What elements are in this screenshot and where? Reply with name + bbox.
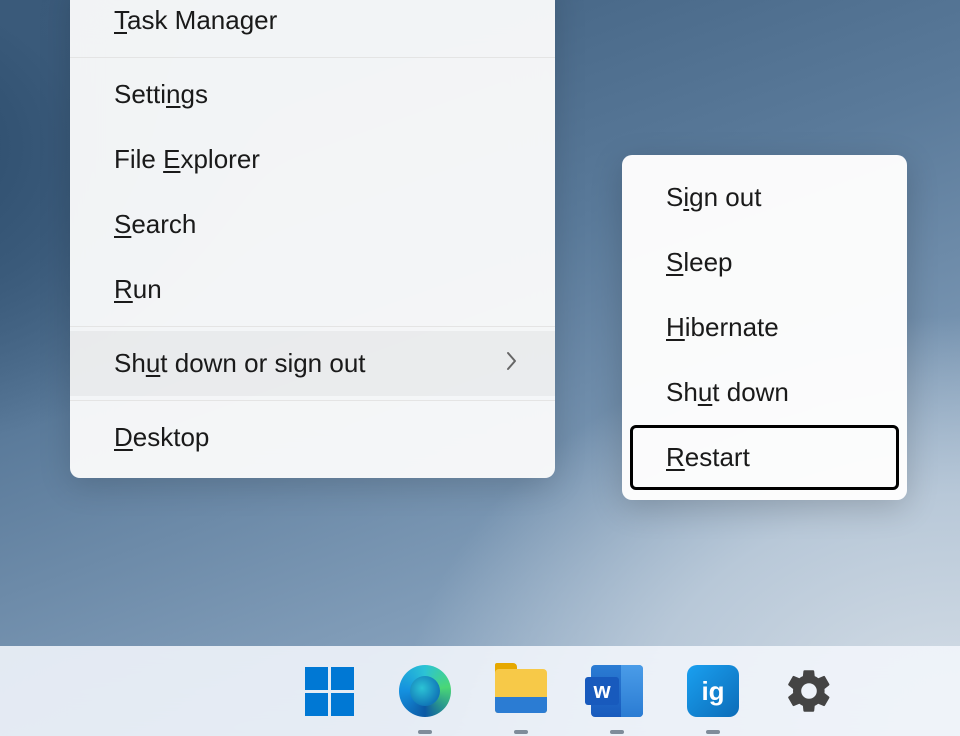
menu-item-desktop[interactable]: Desktop <box>70 405 555 470</box>
menu-item-label: Settings <box>114 79 208 110</box>
menu-divider <box>70 57 555 58</box>
taskbar-edge-button[interactable] <box>396 662 454 720</box>
word-icon: w <box>591 665 643 717</box>
taskbar-running-indicator <box>706 730 720 734</box>
power-submenu: Sign out Sleep Hibernate Shut down Resta… <box>622 155 907 500</box>
folder-icon <box>495 669 547 713</box>
menu-item-file-explorer[interactable]: File Explorer <box>70 127 555 192</box>
submenu-item-sleep[interactable]: Sleep <box>630 230 899 295</box>
edge-icon <box>399 665 451 717</box>
menu-divider <box>70 326 555 327</box>
ig-app-icon: ig <box>687 665 739 717</box>
menu-item-label: Desktop <box>114 422 209 453</box>
windows-start-icon <box>305 667 354 716</box>
submenu-item-label: Hibernate <box>666 312 779 342</box>
submenu-item-restart[interactable]: Restart <box>630 425 899 490</box>
winx-menu: Task Manager Settings File Explorer Sear… <box>70 0 555 478</box>
menu-item-shut-down-or-sign-out[interactable]: Shut down or sign out <box>70 331 555 396</box>
submenu-item-label: Sign out <box>666 182 761 212</box>
submenu-item-sign-out[interactable]: Sign out <box>630 165 899 230</box>
taskbar-file-explorer-button[interactable] <box>492 662 550 720</box>
taskbar-running-indicator <box>418 730 432 734</box>
submenu-item-shut-down[interactable]: Shut down <box>630 360 899 425</box>
submenu-item-label: Restart <box>666 442 750 472</box>
menu-item-label: File Explorer <box>114 144 260 175</box>
menu-item-task-manager[interactable]: Task Manager <box>70 0 555 53</box>
gear-icon <box>783 665 835 717</box>
taskbar-word-button[interactable]: w <box>588 662 646 720</box>
taskbar-running-indicator <box>514 730 528 734</box>
menu-item-settings[interactable]: Settings <box>70 62 555 127</box>
taskbar: w ig <box>0 646 960 736</box>
submenu-item-label: Shut down <box>666 377 789 407</box>
menu-divider <box>70 400 555 401</box>
menu-item-search[interactable]: Search <box>70 192 555 257</box>
taskbar-ig-button[interactable]: ig <box>684 662 742 720</box>
menu-item-run[interactable]: Run <box>70 257 555 322</box>
chevron-right-icon <box>505 350 519 378</box>
taskbar-start-button[interactable] <box>300 662 358 720</box>
menu-item-label: Shut down or sign out <box>114 348 366 379</box>
menu-item-label: Task Manager <box>114 5 277 36</box>
taskbar-running-indicator <box>610 730 624 734</box>
menu-item-label: Run <box>114 274 162 305</box>
submenu-item-label: Sleep <box>666 247 733 277</box>
menu-item-label: Search <box>114 209 196 240</box>
taskbar-settings-button[interactable] <box>780 662 838 720</box>
submenu-item-hibernate[interactable]: Hibernate <box>630 295 899 360</box>
